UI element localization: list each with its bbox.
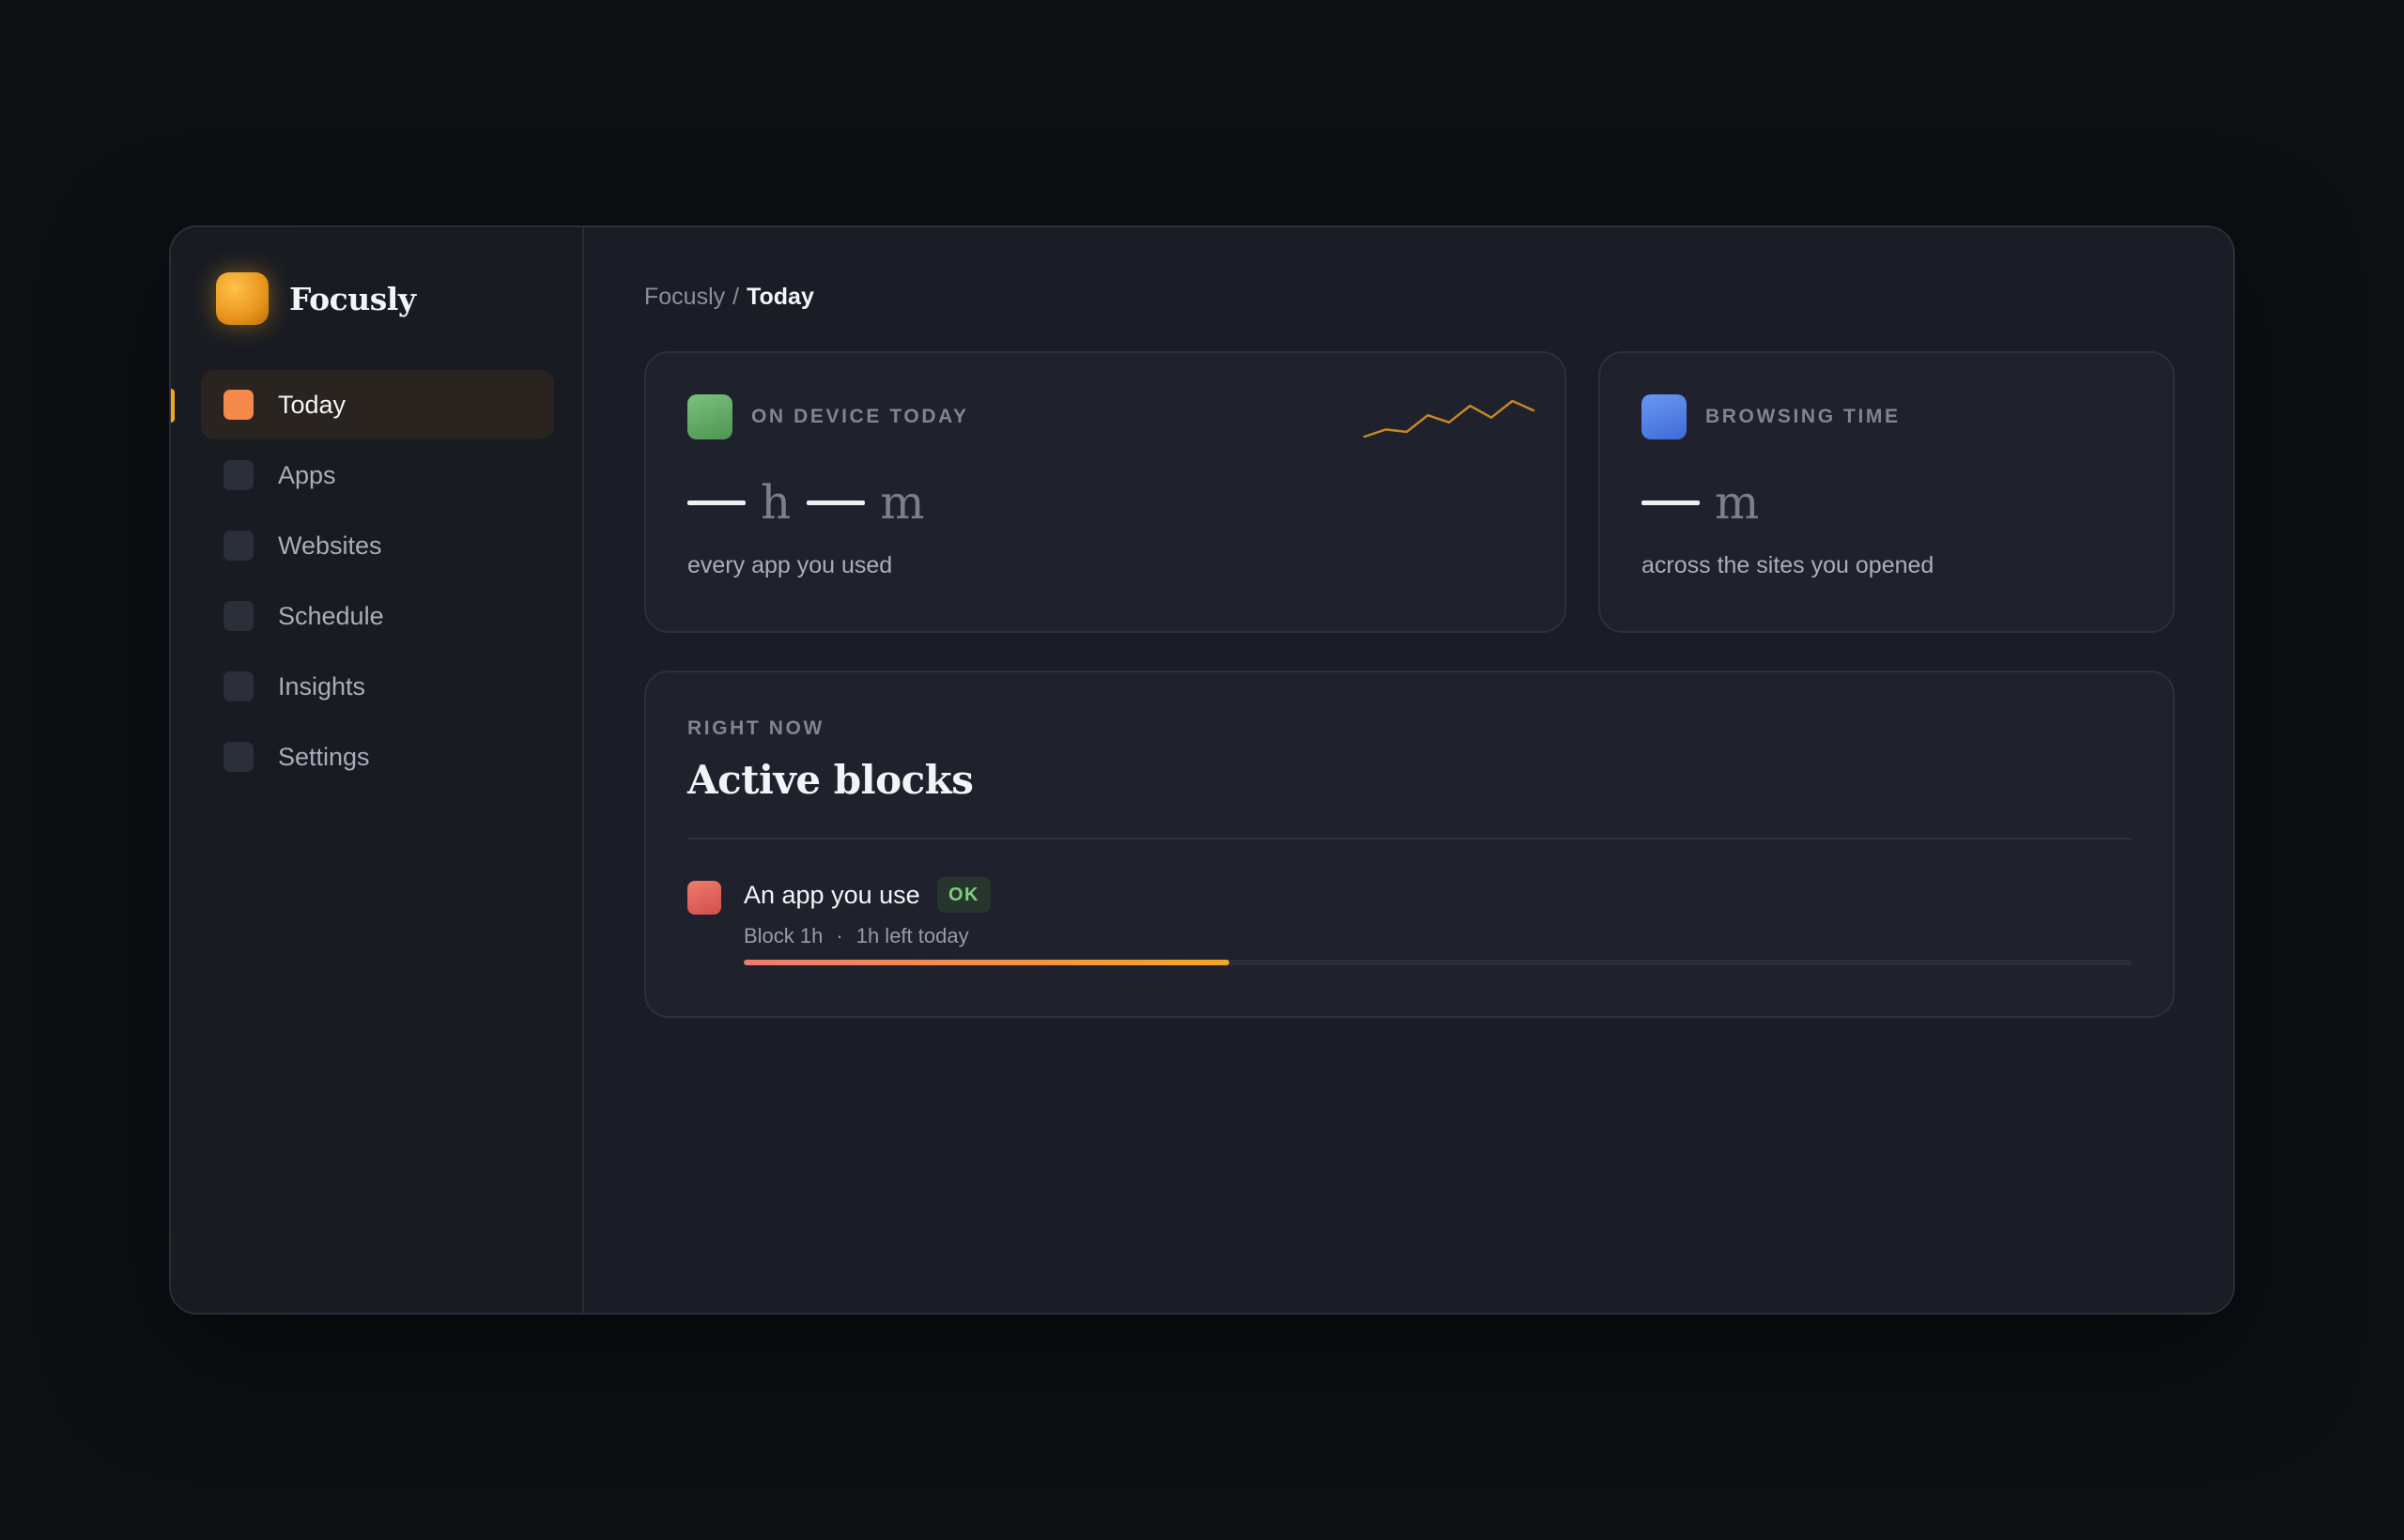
block-app-name: An app you use — [744, 881, 920, 909]
status-badge: OK — [937, 877, 991, 913]
block-remaining: 1h left today — [855, 924, 969, 947]
breadcrumb: Focusly / Today — [644, 284, 814, 311]
active-indicator — [171, 389, 175, 423]
minutes-placeholder — [807, 500, 866, 505]
insights-icon — [223, 671, 254, 701]
block-meta: Block 1h · 1h left today — [744, 924, 969, 948]
sidebar-nav: Today Apps Websites Schedule Insights Se… — [171, 370, 554, 793]
sidebar-item-schedule[interactable]: Schedule — [201, 581, 554, 651]
usage-sparkline — [1363, 399, 1535, 439]
sidebar-item-today[interactable]: Today — [171, 370, 554, 439]
section-title: Active blocks — [687, 757, 974, 803]
sidebar-item-apps[interactable]: Apps — [201, 440, 554, 510]
browsing-time-card: BROWSING TIME m across the sites you ope… — [1598, 351, 2175, 633]
divider — [687, 838, 2132, 839]
browsing-time-value: m — [1641, 475, 1760, 530]
browsing-icon — [1641, 394, 1687, 439]
sidebar-item-label: Websites — [278, 531, 382, 560]
block-rule: Block 1h — [744, 924, 824, 947]
apps-icon — [223, 460, 254, 490]
minutes-unit: m — [1715, 475, 1761, 530]
schedule-icon — [223, 601, 254, 631]
card-caption: every app you used — [687, 552, 893, 578]
sparkline-line — [1363, 399, 1535, 439]
device-time-icon — [687, 394, 732, 439]
sidebar-item-label: Insights — [278, 671, 366, 701]
main-content: Focusly / Today ON DEVICE TODAY h m ever… — [584, 227, 2233, 1313]
section-eyebrow: RIGHT NOW — [687, 717, 824, 739]
app-icon — [687, 881, 721, 915]
hours-placeholder — [687, 500, 746, 505]
sidebar-item-label: Schedule — [278, 601, 384, 630]
meta-separator: · — [836, 924, 843, 947]
app-logo-icon — [216, 272, 269, 325]
on-device-card: ON DEVICE TODAY h m every app you used — [644, 351, 1566, 633]
breadcrumb-separator: / — [732, 284, 740, 310]
active-blocks-card: RIGHT NOW Active blocks An app you use O… — [644, 670, 2175, 1018]
card-caption: across the sites you opened — [1641, 552, 1934, 578]
minutes-placeholder — [1641, 500, 1700, 505]
breadcrumb-current: Today — [747, 284, 814, 310]
websites-icon — [223, 531, 254, 561]
app-window: Focusly Today Apps Websites Schedule Ins… — [169, 225, 2235, 1315]
sidebar: Focusly Today Apps Websites Schedule Ins… — [171, 227, 584, 1313]
usage-progress-bar — [744, 960, 2132, 965]
app-name: Focusly — [289, 280, 416, 317]
block-row[interactable]: An app you use OK Block 1h · 1h left tod… — [687, 860, 2132, 965]
sidebar-item-settings[interactable]: Settings — [201, 722, 554, 792]
sidebar-item-label: Settings — [278, 742, 370, 771]
card-label: BROWSING TIME — [1705, 406, 1901, 427]
sidebar-item-label: Apps — [278, 460, 336, 489]
breadcrumb-root[interactable]: Focusly — [644, 284, 725, 311]
device-time-value: h m — [687, 475, 926, 530]
sidebar-item-label: Today — [278, 390, 347, 419]
settings-icon — [223, 742, 254, 772]
hours-unit: h — [761, 475, 793, 530]
progress-fill — [744, 960, 1230, 965]
sidebar-item-insights[interactable]: Insights — [201, 652, 554, 721]
today-icon — [223, 390, 254, 420]
brand: Focusly — [216, 272, 416, 325]
minutes-unit: m — [880, 475, 926, 530]
card-label: ON DEVICE TODAY — [751, 406, 969, 427]
sidebar-item-websites[interactable]: Websites — [201, 511, 554, 580]
